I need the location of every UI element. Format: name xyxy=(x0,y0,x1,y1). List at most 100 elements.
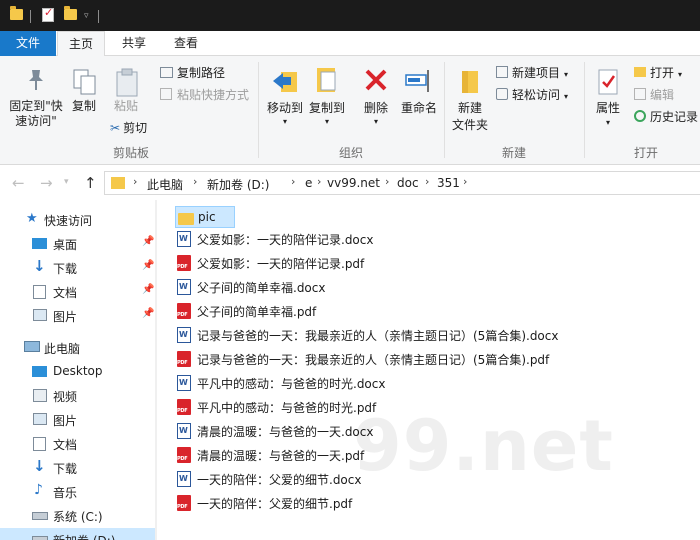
new-folder-icon xyxy=(462,71,478,93)
nav-item-desktop-pc[interactable]: Desktop xyxy=(0,360,157,384)
pin-icon: 📌 xyxy=(142,284,155,295)
new-item-button[interactable]: 新建项目 ▾ xyxy=(496,64,568,82)
nav-item-drive-c[interactable]: 系统 (C:) xyxy=(0,504,157,528)
copy-icon xyxy=(73,69,96,95)
delete-x-icon xyxy=(365,69,387,91)
folder-icon xyxy=(111,177,125,189)
history-button[interactable]: 历史记录 xyxy=(634,108,698,126)
file-row[interactable]: pic xyxy=(175,206,235,228)
drive-icon xyxy=(32,536,48,540)
file-name: 记录与爸爸的一天：我最亲近的人（亲情主题日记）(5篇合集).pdf xyxy=(197,353,550,367)
chevron-down-icon: ▾ xyxy=(605,118,610,127)
nav-item-label: Desktop xyxy=(53,364,103,378)
nav-quick-access-label: 快速访问 xyxy=(44,214,93,228)
copy-path-button[interactable]: 复制路径 xyxy=(160,64,225,82)
word-doc-icon xyxy=(177,279,191,295)
desktop-icon xyxy=(32,366,47,377)
history-icon xyxy=(634,110,646,122)
nav-item-documents-pc[interactable]: 文档 xyxy=(0,432,157,456)
back-arrow-icon[interactable]: ← xyxy=(12,174,25,192)
tab-share[interactable]: 共享 xyxy=(112,31,156,56)
breadcrumb-doc[interactable]: doc xyxy=(397,176,419,190)
nav-item-drive-d[interactable]: 新加卷 (D:) xyxy=(0,528,157,540)
history-label: 历史记录 xyxy=(650,110,699,124)
up-arrow-icon[interactable]: ↑ xyxy=(84,174,97,192)
word-doc-icon xyxy=(177,375,191,391)
group-separator xyxy=(584,62,585,158)
file-name: 父子间的简单幸福.docx xyxy=(197,281,326,295)
easy-access-button[interactable]: 轻松访问 ▾ xyxy=(496,86,568,104)
properties-quick-icon[interactable] xyxy=(42,6,54,22)
breadcrumb-separator-icon: › xyxy=(291,175,296,188)
nav-item-desktop[interactable]: 桌面 📌 xyxy=(0,232,157,256)
word-doc-icon xyxy=(177,231,191,247)
paste-shortcut-icon xyxy=(160,88,172,100)
computer-icon xyxy=(24,341,40,352)
nav-item-pictures[interactable]: 图片 📌 xyxy=(0,304,157,328)
download-icon: ↓ xyxy=(33,257,46,275)
file-name: 平凡中的感动：与爸爸的时光.docx xyxy=(197,377,386,391)
nav-item-label: 新加卷 (D:) xyxy=(53,532,115,540)
paste-label: 粘贴 xyxy=(113,99,138,113)
paste-shortcut-label: 粘贴快捷方式 xyxy=(177,88,250,102)
new-folder-quick-icon[interactable] xyxy=(64,6,77,20)
nav-item-label: 音乐 xyxy=(53,486,78,500)
new-folder-label-2: 文件夹 xyxy=(451,118,488,132)
file-name: 父爱如影：一天的陪伴记录.pdf xyxy=(197,257,365,271)
tab-view[interactable]: 查看 xyxy=(164,31,208,56)
videos-icon xyxy=(33,389,47,402)
address-bar[interactable]: › 此电脑 › 新加卷 (D:) › e › vv99.net › doc › … xyxy=(104,171,700,195)
new-item-label: 新建项目 xyxy=(512,66,561,80)
nav-quick-access[interactable]: ★ 快速访问 xyxy=(0,208,157,232)
cut-button[interactable]: ✂ 剪切 xyxy=(110,119,147,137)
pdf-icon xyxy=(177,447,191,463)
breadcrumb-e[interactable]: e xyxy=(305,176,312,190)
nav-item-music[interactable]: ♪ 音乐 xyxy=(0,480,157,504)
pdf-icon xyxy=(177,399,191,415)
documents-icon xyxy=(33,285,46,299)
file-name: 一天的陪伴：父爱的细节.pdf xyxy=(197,497,353,511)
edit-icon xyxy=(634,88,646,100)
copy-label: 复制 xyxy=(71,99,96,113)
nav-item-pictures-pc[interactable]: 图片 xyxy=(0,408,157,432)
nav-item-downloads[interactable]: ↓ 下载 📌 xyxy=(0,256,157,280)
breadcrumb-vv99[interactable]: vv99.net xyxy=(327,176,380,190)
breadcrumb-this-pc[interactable]: 此电脑 xyxy=(147,176,183,193)
open-button[interactable]: 打开 ▾ xyxy=(634,64,682,82)
paste-shortcut-button[interactable]: 粘贴快捷方式 xyxy=(160,86,249,104)
nav-this-pc[interactable]: 此电脑 xyxy=(0,336,157,360)
cut-label: 剪切 xyxy=(123,121,148,135)
desktop-icon xyxy=(32,238,47,249)
edit-button[interactable]: 编辑 xyxy=(634,86,674,104)
copy-path-label: 复制路径 xyxy=(177,66,226,80)
forward-arrow-icon[interactable]: → xyxy=(40,174,53,192)
customize-toolbar-icon[interactable]: ▿ xyxy=(84,11,94,21)
breadcrumb-separator-icon: › xyxy=(133,175,138,188)
breadcrumb-separator-icon: › xyxy=(193,175,198,188)
tab-file[interactable]: 文件 xyxy=(0,31,56,56)
documents-icon xyxy=(33,437,46,451)
group-separator xyxy=(258,62,259,158)
nav-item-downloads-pc[interactable]: ↓ 下载 xyxy=(0,456,157,480)
file-name: 父子间的简单幸福.pdf xyxy=(197,305,317,319)
breadcrumb-drive-d[interactable]: 新加卷 (D:) xyxy=(207,176,269,193)
pdf-icon xyxy=(177,255,191,271)
file-name: 平凡中的感动：与爸爸的时光.pdf xyxy=(197,401,377,415)
pin-icon: 📌 xyxy=(142,260,155,271)
music-icon: ♪ xyxy=(34,482,43,498)
star-icon: ★ xyxy=(26,211,38,226)
easy-access-label: 轻松访问 xyxy=(512,88,561,102)
tab-home[interactable]: 主页 xyxy=(57,31,105,57)
pdf-icon xyxy=(177,495,191,511)
nav-item-documents[interactable]: 文档 📌 xyxy=(0,280,157,304)
scissors-icon: ✂ xyxy=(110,121,121,135)
pdf-icon xyxy=(177,351,191,367)
nav-item-label: 图片 xyxy=(53,310,78,324)
file-name: 父爱如影：一天的陪伴记录.docx xyxy=(197,233,374,247)
nav-item-label: 文档 xyxy=(53,286,78,300)
recent-locations-chevron-icon[interactable]: ▾ xyxy=(64,177,69,187)
pictures-icon xyxy=(33,413,47,425)
breadcrumb-351[interactable]: 351 xyxy=(437,176,460,190)
breadcrumb-separator-icon: › xyxy=(385,175,390,188)
nav-item-videos[interactable]: 视频 xyxy=(0,384,157,408)
